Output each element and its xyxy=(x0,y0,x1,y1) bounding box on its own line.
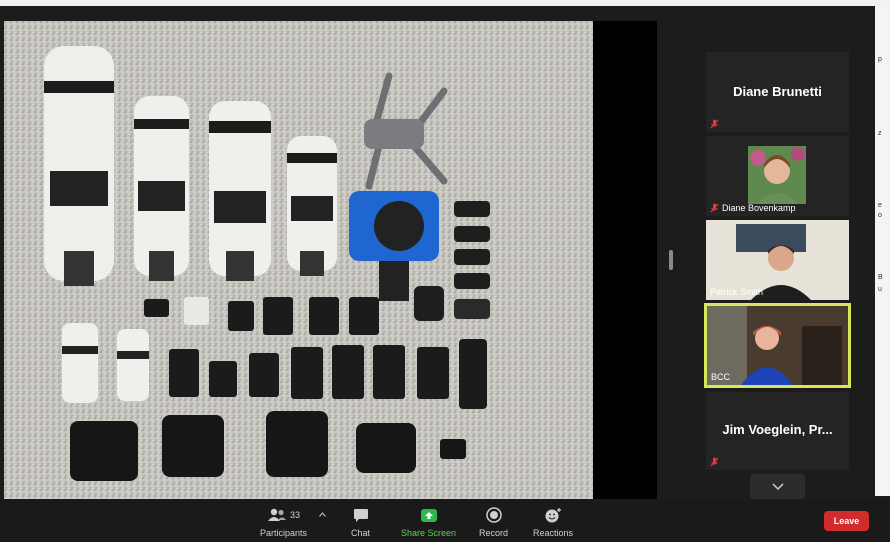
participant-name: BCC xyxy=(711,372,731,382)
participant-tile-active-speaker[interactable]: BCC xyxy=(704,303,851,388)
record-icon xyxy=(485,507,502,523)
panel-resize-handle[interactable] xyxy=(669,250,673,270)
reactions-label: Reactions xyxy=(533,528,574,538)
participant-tile[interactable]: Patrick Smith xyxy=(706,220,849,300)
share-screen-icon-wrap xyxy=(420,506,438,524)
shared-screen-photo xyxy=(4,21,593,499)
participant-label: BCC xyxy=(711,372,730,382)
participants-button[interactable]: 33 Participants xyxy=(260,506,307,538)
record-label: Record xyxy=(479,528,509,538)
edge-letter: p xyxy=(878,56,882,63)
background-window-edge: p z e o B u xyxy=(875,6,890,496)
record-button[interactable]: Record xyxy=(479,506,508,538)
participant-name: Diane Bovenkamp xyxy=(722,203,796,213)
chat-icon xyxy=(353,508,368,522)
participant-tile[interactable]: Diane Bovenkamp xyxy=(706,136,849,216)
participant-name: Jim Voeglein, Pr... xyxy=(722,422,833,437)
top-strip xyxy=(0,0,890,6)
reactions-icon-wrap xyxy=(544,506,562,524)
muted-mic-icon xyxy=(710,119,719,129)
participant-name: Patrick Smith xyxy=(710,287,764,297)
telephoto-lens-2 xyxy=(134,96,189,281)
participants-options-chevron-icon[interactable] xyxy=(319,512,326,517)
chat-icon-wrap xyxy=(353,506,369,524)
participant-tile[interactable]: Jim Voeglein, Pr... xyxy=(706,392,849,470)
camera-gear-photo xyxy=(4,21,593,499)
telephoto-lens-4 xyxy=(287,136,337,276)
muted-mic-icon xyxy=(710,457,719,467)
share-screen-button[interactable]: Share Screen xyxy=(401,506,456,538)
participants-icon-wrap: 33 xyxy=(267,506,300,524)
participant-label: Diane Bovenkamp xyxy=(710,203,796,213)
participants-icon xyxy=(268,508,286,521)
share-screen-icon xyxy=(420,508,437,522)
participant-label xyxy=(710,457,719,467)
participants-label: Participants xyxy=(260,528,308,538)
edge-letter: z xyxy=(878,130,882,137)
edge-letter: o xyxy=(878,212,882,219)
participant-tile[interactable]: Diane Brunetti xyxy=(706,52,849,132)
telephoto-lens-3 xyxy=(209,101,271,281)
share-letterbox xyxy=(593,21,657,499)
participant-video xyxy=(748,146,806,204)
edge-letter: B xyxy=(878,274,883,281)
telephoto-lens-1 xyxy=(44,46,114,286)
muted-mic-icon xyxy=(710,203,719,213)
edge-letter: u xyxy=(878,286,882,293)
chat-label: Chat xyxy=(351,528,371,538)
chevron-down-icon xyxy=(771,482,784,490)
participants-count: 33 xyxy=(290,510,301,520)
participant-label: Patrick Smith xyxy=(710,287,763,297)
record-icon-wrap xyxy=(485,506,502,524)
chat-button[interactable]: Chat xyxy=(351,506,370,538)
reactions-button[interactable]: Reactions xyxy=(533,506,573,538)
scroll-down-button[interactable] xyxy=(750,474,805,499)
zoom-meeting-window: p z e o B u Diane Brunetti Diane Bovenka… xyxy=(0,0,890,542)
participant-name: Diane Brunetti xyxy=(733,84,822,99)
edge-letter: e xyxy=(878,202,882,209)
leave-button[interactable]: Leave xyxy=(824,511,869,531)
share-screen-label: Share Screen xyxy=(401,528,457,538)
smiley-plus-icon xyxy=(545,508,562,523)
participant-label xyxy=(710,119,719,129)
